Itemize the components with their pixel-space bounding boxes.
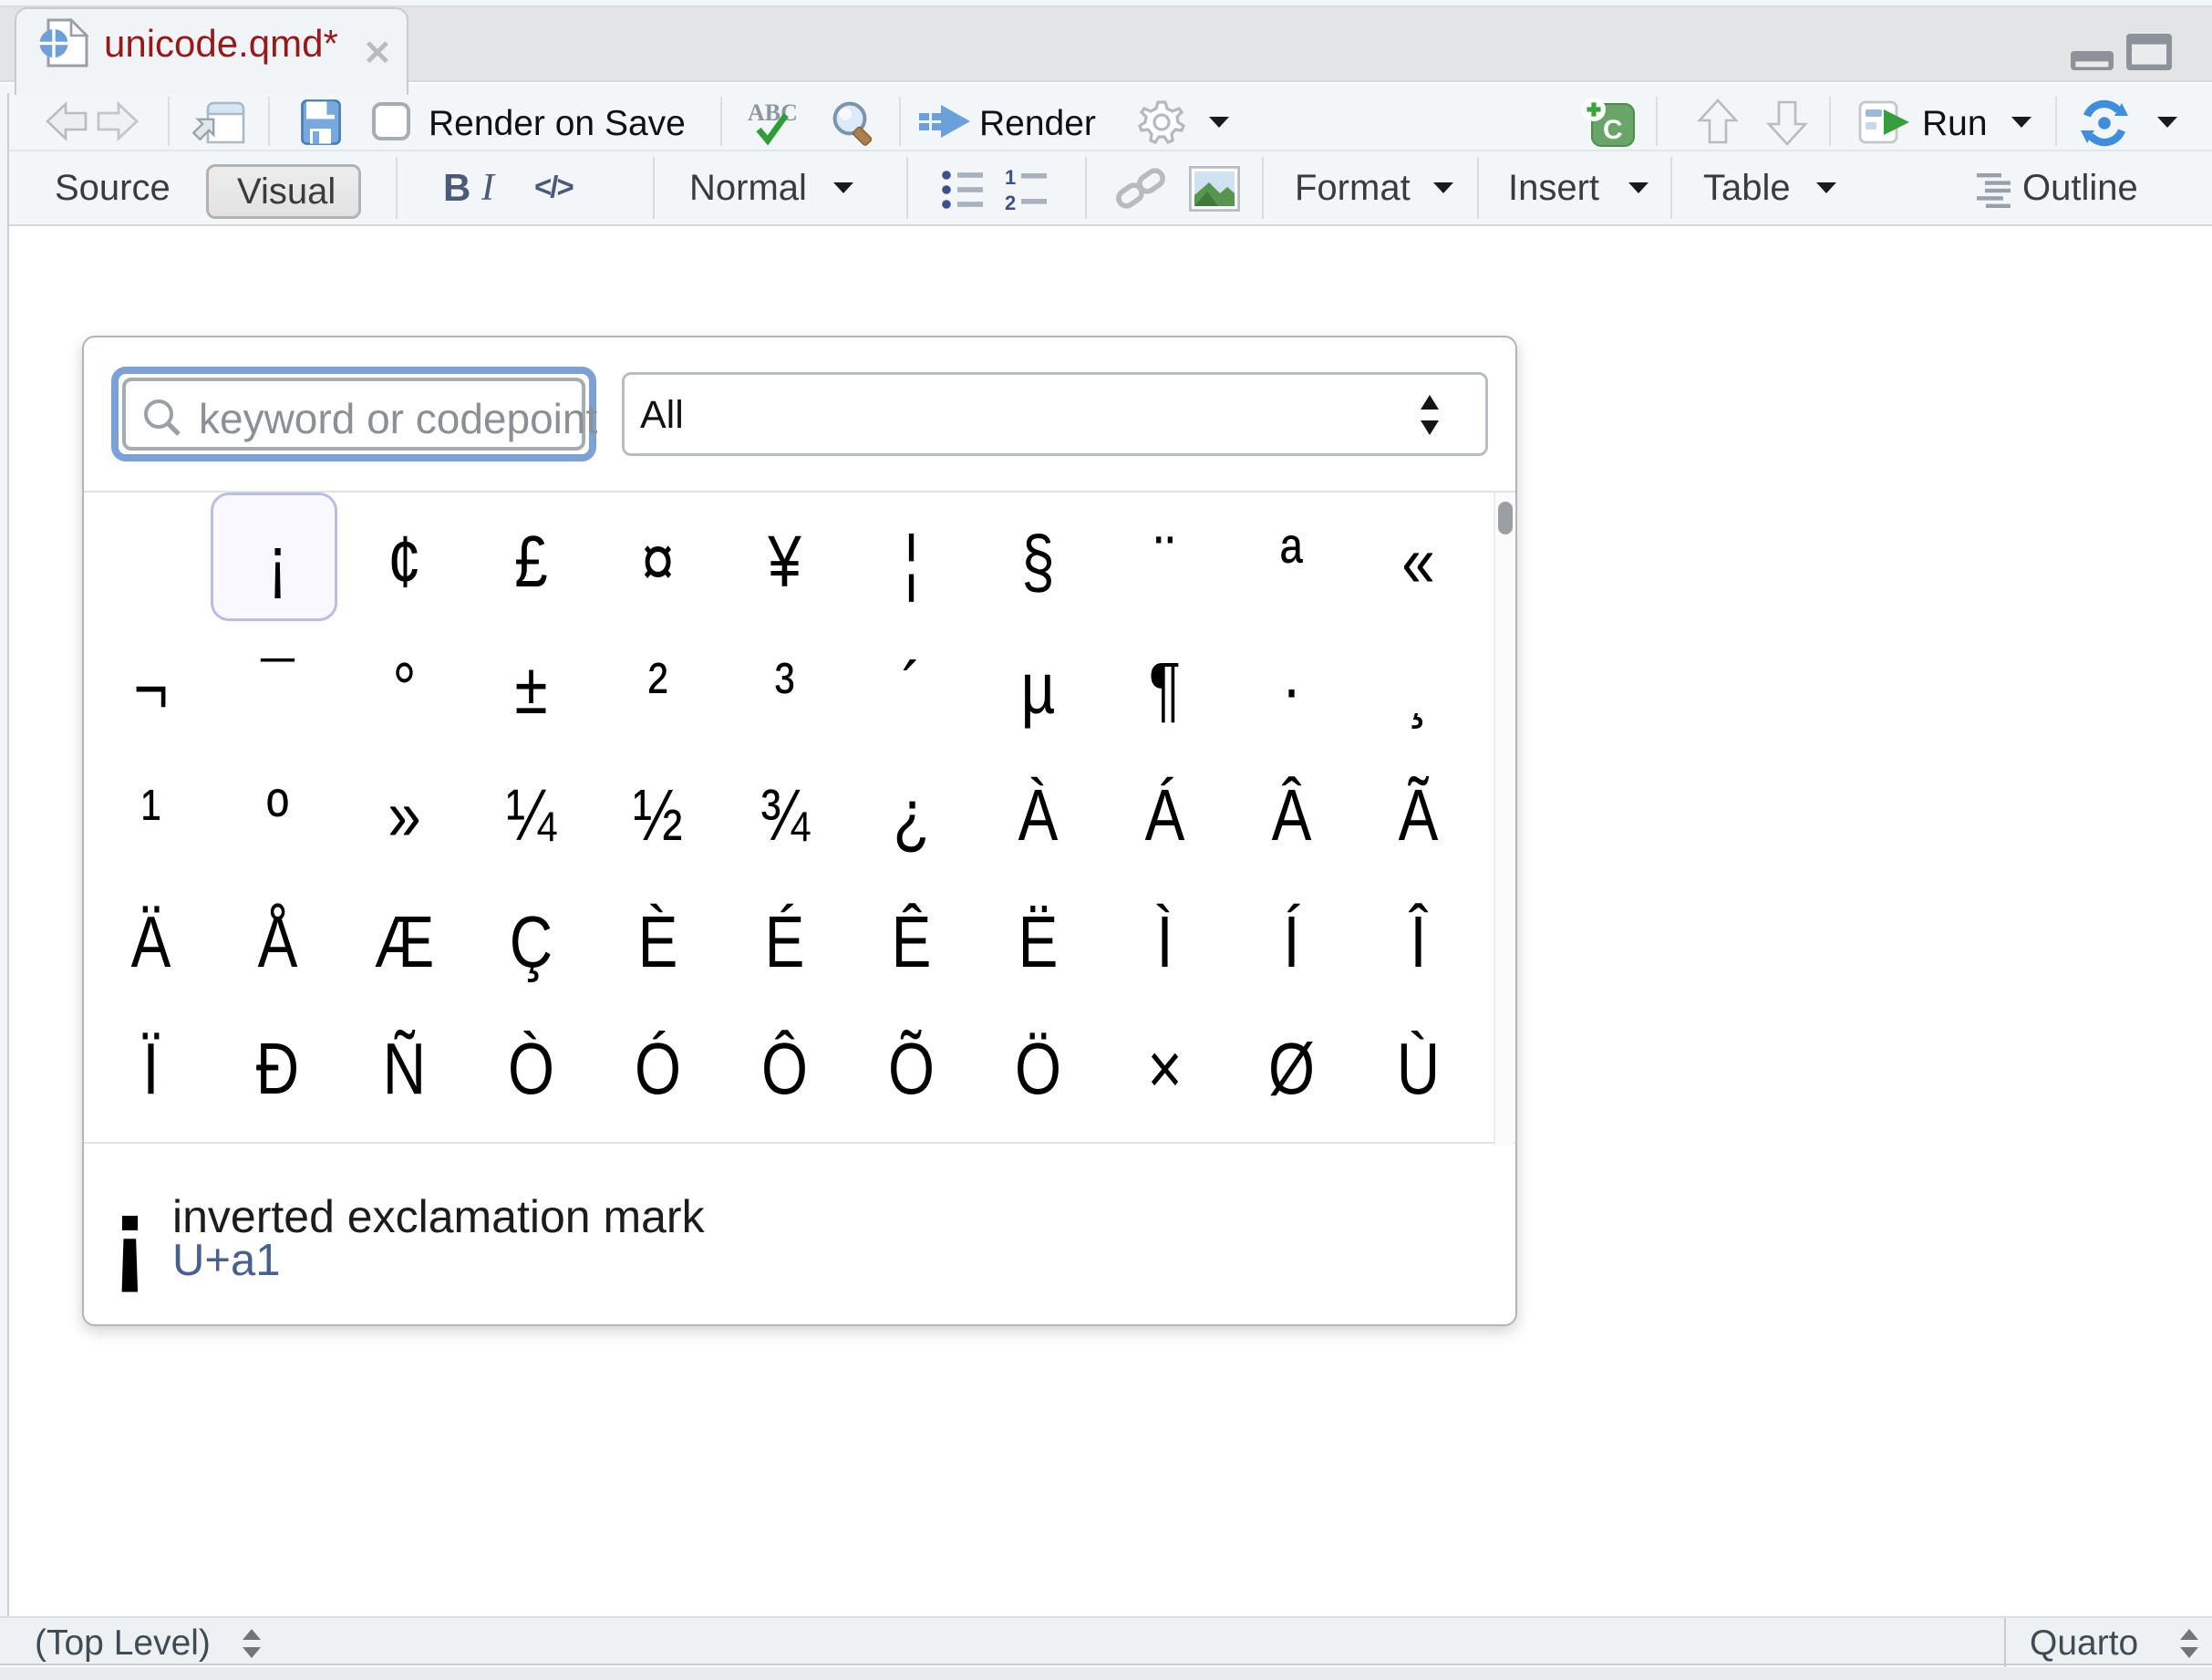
svg-text:C: C <box>1603 115 1623 145</box>
svg-text:ABC: ABC <box>748 99 798 126</box>
svg-text:2: 2 <box>1005 192 1016 212</box>
svg-text:1: 1 <box>1005 168 1016 189</box>
